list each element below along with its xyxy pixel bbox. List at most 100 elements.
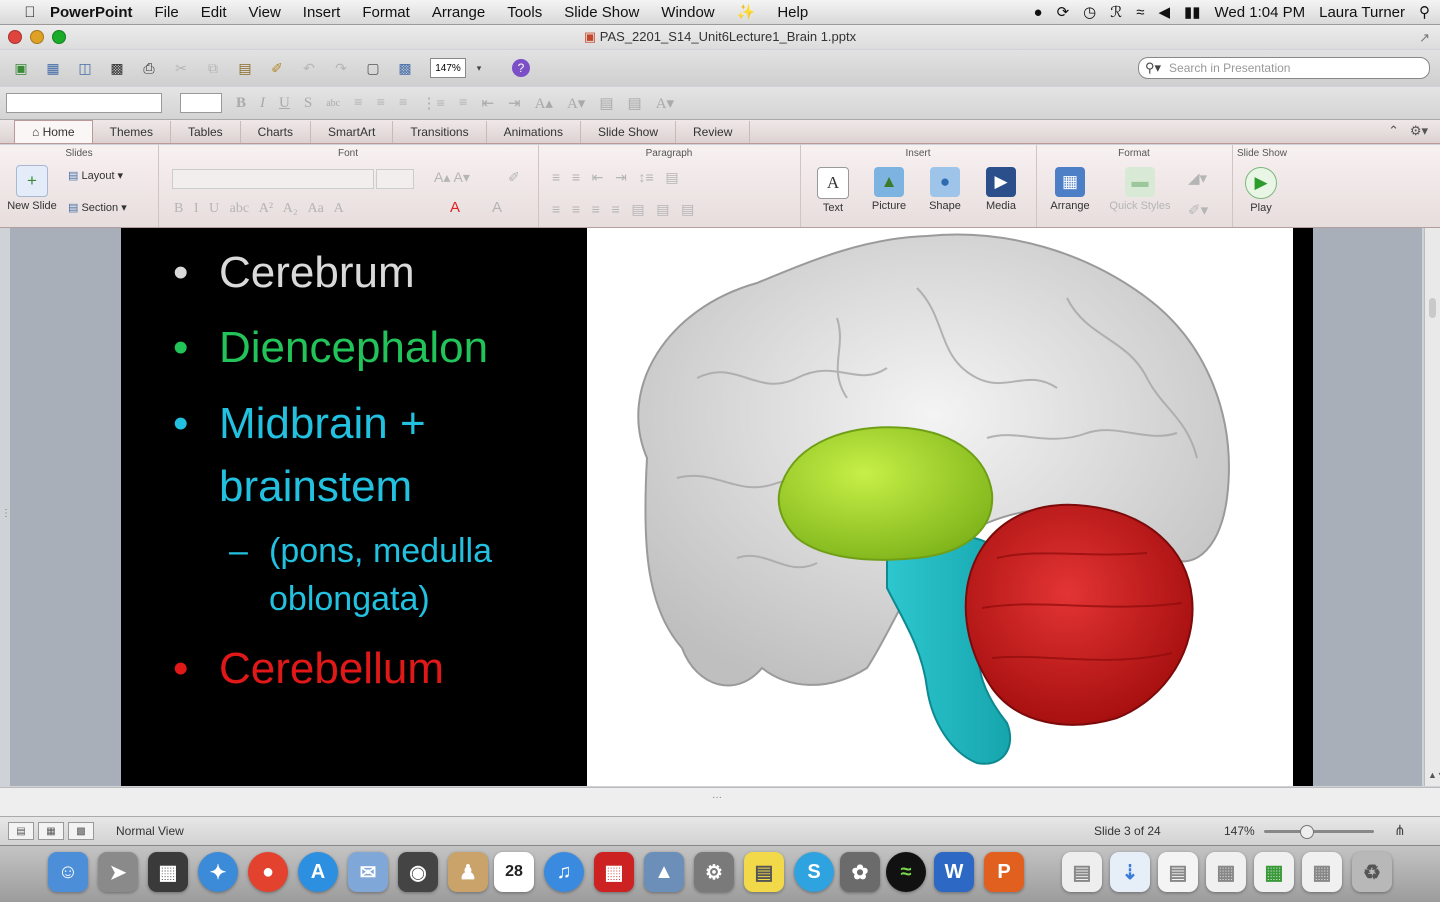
tab-charts[interactable]: Charts	[241, 121, 311, 143]
word-icon[interactable]: W	[934, 852, 974, 892]
status-zoom[interactable]: 147%	[1224, 824, 1255, 838]
tab-themes[interactable]: Themes	[93, 121, 171, 143]
apple-icon[interactable]: 	[16, 4, 44, 21]
menu-clock[interactable]: Wed 1:04 PM	[1215, 4, 1306, 21]
menu-tools[interactable]: Tools	[507, 4, 542, 21]
mail-icon[interactable]: ✉	[348, 852, 388, 892]
evernote-menu-icon[interactable]: ●	[1034, 4, 1043, 21]
open-icon[interactable]: ◫	[74, 57, 96, 79]
battery-icon[interactable]: ▮▮	[1184, 3, 1201, 21]
shape-line-icon[interactable]: ✐▾	[1188, 201, 1208, 219]
tab-home[interactable]: ⌂ Home	[14, 120, 93, 143]
ribbon-align-icons[interactable]: ≡ ≡ ≡ ≡ ▤ ▤ ▤	[552, 201, 694, 218]
menu-arrange[interactable]: Arrange	[432, 4, 485, 21]
notes-pane[interactable]: ···	[0, 787, 1440, 816]
tab-tables[interactable]: Tables	[171, 121, 241, 143]
zoom-dropdown-icon[interactable]: ▾	[468, 57, 490, 79]
bluetooth-icon[interactable]: ℛ	[1110, 3, 1122, 21]
trash-icon[interactable]: ♻	[1352, 852, 1392, 892]
iphoto-icon[interactable]: ▲	[644, 852, 684, 892]
spotify-icon[interactable]: ≈	[886, 852, 926, 892]
ribbon-font-style-icons[interactable]: B I U abc A² A₂ Aa A	[174, 201, 344, 217]
paste-icon[interactable]: ▤	[234, 57, 256, 79]
font-size-field[interactable]	[180, 93, 222, 113]
layout-button[interactable]: ▤ Layout ▾	[68, 169, 123, 182]
templates-icon[interactable]: ▦	[42, 57, 64, 79]
tab-review[interactable]: Review	[676, 121, 751, 143]
gallery-icon[interactable]: ▢	[362, 57, 384, 79]
zoom-slider-knob[interactable]	[1300, 825, 1314, 839]
menu-edit[interactable]: Edit	[201, 4, 227, 21]
insert-media-button[interactable]: ▶ Media	[974, 167, 1028, 212]
text-box-left-icon[interactable]: ▤	[599, 94, 613, 113]
slide-text-box[interactable]: • Cerebrum • Diencephalon • Midbrain + b…	[121, 228, 587, 786]
wifi-icon[interactable]: ≈	[1136, 4, 1144, 21]
menu-window[interactable]: Window	[661, 4, 714, 21]
arrange-button[interactable]: ▦ Arrange	[1042, 167, 1098, 212]
slide-show-icon[interactable]: ▩	[394, 57, 416, 79]
clear-format-icon[interactable]: ✐	[508, 169, 520, 186]
redo-icon[interactable]: ↷	[330, 57, 352, 79]
ribbon-text-effect-icon[interactable]: A	[492, 199, 502, 216]
screenshot-stack-icon[interactable]: ▦	[1206, 852, 1246, 892]
menu-format[interactable]: Format	[362, 4, 410, 21]
photo-booth-icon[interactable]: ▦	[594, 852, 634, 892]
align-left-icon[interactable]: ≡	[354, 95, 362, 112]
strikethrough-icon[interactable]: abc	[326, 98, 340, 109]
align-right-icon[interactable]: ≡	[399, 95, 407, 112]
increase-indent-icon[interactable]: ⇥	[508, 94, 521, 113]
window-stack-icon[interactable]: ▦	[1302, 852, 1342, 892]
sync-icon[interactable]: ⟳	[1057, 3, 1070, 21]
text-box-right-icon[interactable]: ▤	[628, 94, 642, 113]
pane-splitter-icon[interactable]: ⋮	[1, 508, 11, 519]
stickies-icon[interactable]: ▤	[744, 852, 784, 892]
numbering-icon[interactable]: ≡	[459, 95, 467, 112]
facetime-icon[interactable]: ◉	[398, 852, 438, 892]
menu-help[interactable]: Help	[777, 4, 808, 21]
menu-file[interactable]: File	[155, 4, 179, 21]
help-icon[interactable]: ?	[512, 59, 530, 77]
ribbon-font-size-field[interactable]	[376, 169, 414, 189]
downloads-stack-icon[interactable]: ⇣	[1110, 852, 1150, 892]
font-color-icon[interactable]: A▾	[656, 94, 674, 113]
print-icon[interactable]: ⎙	[138, 57, 160, 79]
safari-icon[interactable]: ✦	[198, 852, 238, 892]
tab-transitions[interactable]: Transitions	[393, 121, 487, 143]
ribbon-list-icons[interactable]: ≡ ≡ ⇤ ⇥ ↕≡ ▤	[552, 169, 679, 186]
section-button[interactable]: ▤ Section ▾	[68, 201, 127, 214]
ribbon-font-name-field[interactable]	[172, 169, 374, 189]
volume-icon[interactable]: ◀	[1158, 3, 1170, 21]
menu-insert[interactable]: Insert	[303, 4, 341, 21]
play-button[interactable]: ▶ Play	[1236, 167, 1286, 214]
copy-icon[interactable]: ⧉	[202, 57, 224, 79]
search-field[interactable]: ⚲▾ Search in Presentation	[1138, 57, 1430, 79]
menu-slide-show[interactable]: Slide Show	[564, 4, 639, 21]
contacts-icon[interactable]: ♟	[448, 852, 488, 892]
calendar-icon[interactable]: 28	[494, 852, 534, 892]
save-icon[interactable]: ▩	[106, 57, 128, 79]
tab-animations[interactable]: Animations	[487, 121, 581, 143]
spreadsheet-stack-icon[interactable]: ▦	[1254, 852, 1294, 892]
decrease-indent-icon[interactable]: ⇤	[481, 94, 494, 113]
quick-styles-button[interactable]: ▬ Quick Styles	[1104, 167, 1176, 212]
zoom-slider[interactable]	[1264, 825, 1374, 839]
align-center-icon[interactable]: ≡	[377, 95, 385, 112]
underline-icon[interactable]: U	[279, 95, 290, 112]
system-preferences-icon[interactable]: ⚙	[694, 852, 734, 892]
ribbon-font-color-icon[interactable]: A	[450, 199, 460, 216]
launchpad-icon[interactable]: ➤	[98, 852, 138, 892]
fit-to-window-icon[interactable]: ⋔	[1394, 822, 1406, 839]
shadow-icon[interactable]: S	[304, 95, 312, 112]
italic-icon[interactable]: I	[260, 95, 265, 112]
finder-icon[interactable]: ☺	[48, 852, 88, 892]
skype-icon[interactable]: S	[794, 852, 834, 892]
tab-slide-show[interactable]: Slide Show	[581, 121, 677, 143]
collapse-ribbon-icon[interactable]: ⌃	[1388, 123, 1399, 138]
format-painter-icon[interactable]: ✐	[266, 57, 288, 79]
evernote-icon[interactable]: ✿	[840, 852, 880, 892]
spotlight-icon[interactable]: ⚲	[1419, 3, 1430, 21]
shrink-font-icon[interactable]: A▾	[567, 94, 585, 113]
slide-sorter-button[interactable]: ▦	[38, 822, 64, 840]
new-slide-button[interactable]: + New Slide	[4, 165, 60, 212]
bold-icon[interactable]: B	[236, 95, 246, 112]
